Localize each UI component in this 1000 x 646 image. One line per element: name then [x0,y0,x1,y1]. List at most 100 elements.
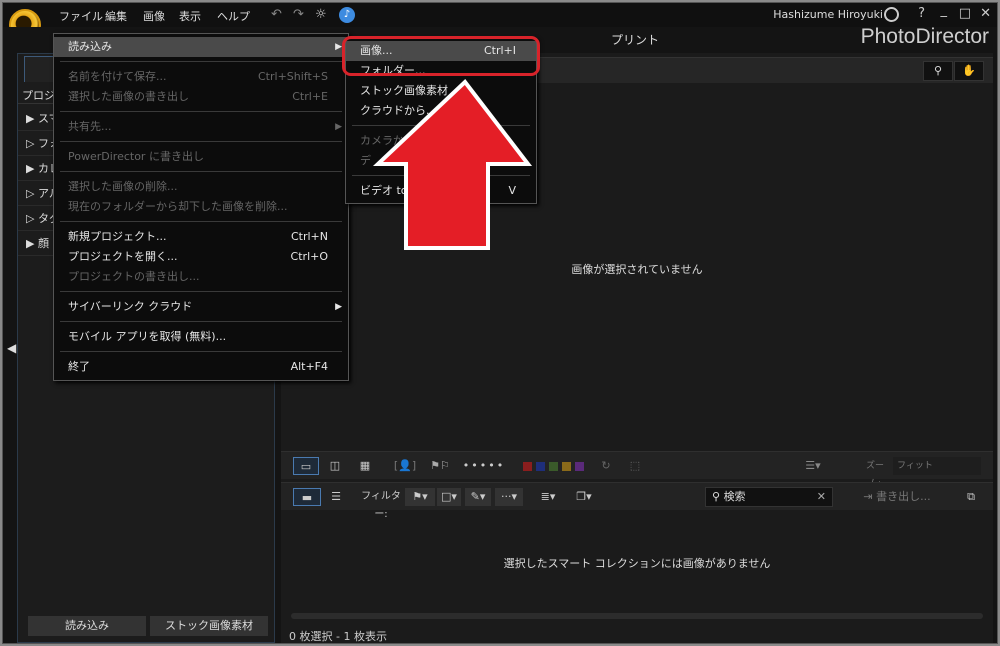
menu-separator [54,287,348,297]
zoom-tool-icon[interactable]: ⚲ [923,61,953,81]
expand-arrow-icon: ▷ [26,187,35,200]
expand-arrow-icon: ▶ [26,237,35,250]
menu-item[interactable]: 新規プロジェクト... Ctrl+N [54,227,348,247]
submenu-arrow-icon: ▶ [335,42,342,52]
collapse-left-panel-icon[interactable]: ◀ [7,341,16,355]
highlight-annotation-box [342,36,540,76]
menu-item[interactable]: プロジェクトを開く... Ctrl+O [54,247,348,267]
no-image-selected-text: 画像が選択されていません [571,263,703,276]
rating-dots[interactable]: ••••• [457,457,511,475]
red-arrow-annotation-icon [372,79,533,250]
title-bar: ファイル 編集 画像 表示 ヘルプ ↶ ↷ ☼ ♪ Hashizume Hiro… [3,3,997,27]
menu-item-shortcut: Ctrl+O [290,250,328,263]
flag-filter-icon[interactable]: ⚑▾ [405,488,435,506]
menu-item: PowerDirector に書き出し [54,147,348,167]
stack-icon[interactable]: ❐▾ [573,488,595,506]
maximize-button[interactable]: □ [959,6,971,21]
submenu-arrow-icon: ▶ [335,122,342,132]
rotate-icon[interactable]: ↻ [597,457,615,475]
open-external-icon[interactable]: ⧉ [961,488,981,506]
menu-item: プロジェクトの書き出し... [54,267,348,287]
arrow-shape [372,79,533,250]
single-view-icon[interactable]: ▭ [293,457,319,475]
browser-toolbar: ▬ ☰ フィルター: ⚑▾ □▾ ✎▾ ···▾ ≣▾ ❐▾ ⚲ 検索 ✕ ⇥ 書… [281,482,993,520]
menu-item: 選択した画像の削除... [54,177,348,197]
color-label-swatch[interactable] [536,462,545,471]
menu-edit[interactable]: 編集 [105,8,127,24]
crop-icon[interactable]: ⬚ [625,457,645,475]
menu-item[interactable]: 読み込み ▶ [54,37,348,57]
menu-separator [54,137,348,147]
menu-item-label: サイバーリンク クラウド [68,300,193,313]
clear-search-icon[interactable]: ✕ [817,488,826,506]
hand-tool-icon[interactable]: ✋ [954,61,984,81]
menu-separator [54,107,348,117]
menu-item-label: プロジェクトの書き出し... [68,270,200,283]
filmstrip-view-icon[interactable]: ▬ [293,488,321,506]
brand-title: PhotoDirector [860,25,989,48]
menu-separator [54,347,348,357]
user-avatar-icon[interactable] [884,7,899,22]
menu-help[interactable]: ヘルプ [217,8,250,24]
no-images-in-collection-text: 選択したスマート コレクションには画像がありません [503,557,771,570]
user-name[interactable]: Hashizume Hiroyuki [773,8,883,21]
status-text: 0 枚選択 - 1 枚表示 [289,630,387,643]
sort-order-icon[interactable]: ≣▾ [535,488,561,506]
menu-image[interactable]: 画像 [143,8,165,24]
menu-item[interactable]: 終了 Alt+F4 [54,357,348,377]
rating-filter-icon[interactable]: ···▾ [495,488,523,506]
zoom-select[interactable]: フィット [893,457,981,475]
menu-separator [54,217,348,227]
grid-view-icon[interactable]: ▦ [353,457,377,475]
menu-item-label: 新規プロジェクト... [68,230,167,243]
menu-view[interactable]: 表示 [179,8,201,24]
face-tag-icon[interactable]: [👤] [393,457,417,475]
horizontal-scrollbar[interactable] [291,613,983,619]
import-button[interactable]: 読み込み [28,616,146,636]
color-label-swatch[interactable] [575,462,584,471]
search-input[interactable]: ⚲ 検索 ✕ [705,487,833,507]
export-button[interactable]: ⇥ 書き出し... [857,488,937,506]
help-button[interactable]: ? [918,6,925,21]
menu-separator [54,167,348,177]
expand-arrow-icon: ▷ [26,137,35,150]
expand-arrow-icon: ▷ [26,212,35,225]
settings-gear-icon[interactable]: ☼ [315,7,327,22]
edit-filter-icon[interactable]: ✎▾ [465,488,491,506]
menu-item-label: PowerDirector に書き出し [68,150,204,163]
menu-item-shortcut: Ctrl+E [292,90,328,103]
menu-item-label: 終了 [68,360,90,373]
tab-print[interactable]: プリント [611,31,659,48]
menu-file[interactable]: ファイル [59,8,103,24]
redo-icon[interactable]: ↷ [293,7,304,22]
color-label-swatch[interactable] [523,462,532,471]
menu-separator [54,317,348,327]
frame-filter-icon[interactable]: □▾ [437,488,461,506]
menu-item-shortcut: Ctrl+N [290,230,328,243]
menu-item-label: 名前を付けて保存... [68,70,167,83]
menu-item-label: プロジェクトを開く... [68,250,178,263]
list-view-icon[interactable]: ☰ [325,488,347,506]
zoom-label: ズーム: [865,461,884,489]
menu-item: 選択した画像の書き出し Ctrl+E [54,87,348,107]
color-label-swatch[interactable] [549,462,558,471]
flag-icon[interactable]: ⚑⚐ [429,457,451,475]
notification-bell-icon[interactable]: ♪ [339,7,355,23]
menu-item-label: 現在のフォルダーから却下した画像を削除... [68,200,288,213]
menu-item[interactable]: サイバーリンク クラウド ▶ [54,297,348,317]
stock-images-button[interactable]: ストック画像素材 [150,616,268,636]
menu-item[interactable]: モバイル アプリを取得 (無料)... [54,327,348,347]
menu-item-shortcut: Alt+F4 [290,360,328,373]
menu-item-shortcut: Ctrl+Shift+S [258,70,328,83]
menu-item-label: 選択した画像の削除... [68,180,178,193]
menu-item: 現在のフォルダーから却下した画像を削除... [54,197,348,217]
color-label-swatch[interactable] [562,462,571,471]
menu-item: 共有先... ▶ [54,117,348,137]
undo-icon[interactable]: ↶ [271,7,282,22]
sort-icon[interactable]: ☰▾ [801,457,825,475]
minimize-button[interactable]: _ [941,3,948,18]
submenu-arrow-icon: ▶ [335,302,342,312]
menu-item-label: モバイル アプリを取得 (無料)... [68,330,227,343]
close-button[interactable]: ✕ [980,6,991,21]
compare-view-icon[interactable]: ◫ [323,457,347,475]
